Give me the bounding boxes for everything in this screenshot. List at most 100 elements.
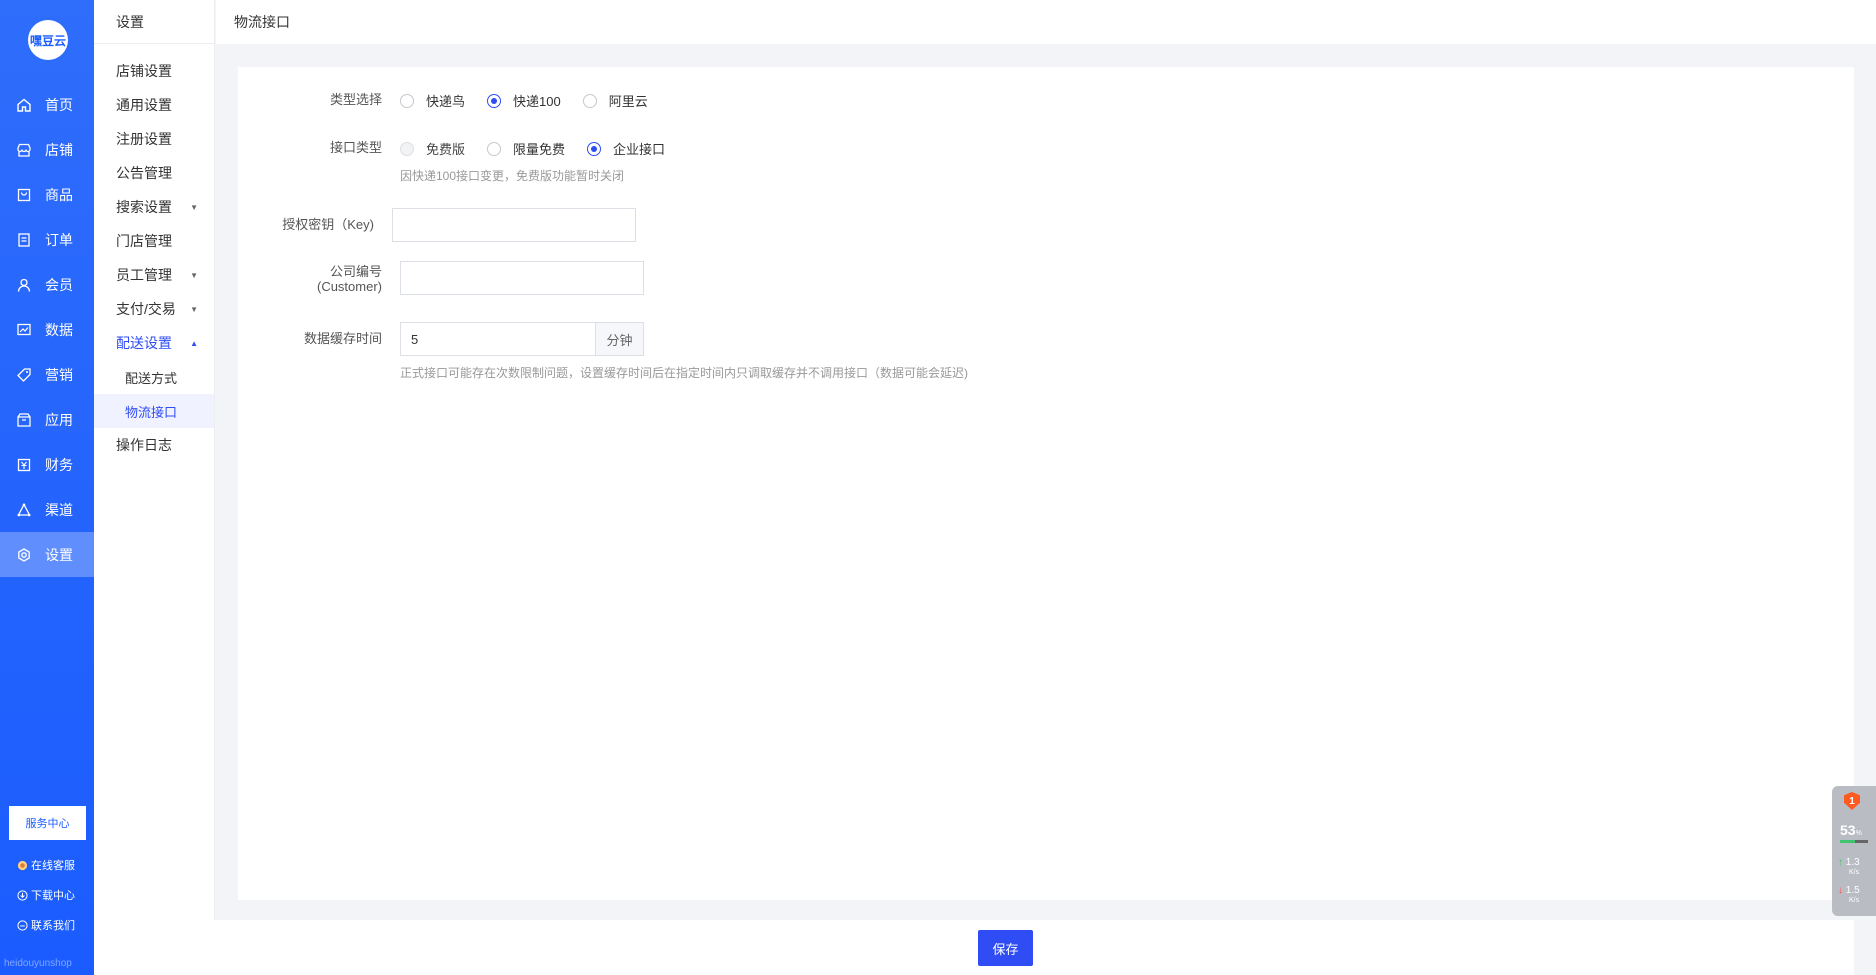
customer-input[interactable] (400, 261, 644, 295)
radio-limited-free[interactable]: 限量免费 (487, 139, 565, 158)
caret-down-icon: ▼ (190, 270, 198, 280)
logo[interactable]: 嘿豆云 (28, 20, 68, 60)
nav-item-marketing[interactable]: 营销 (0, 352, 94, 397)
service-center-button[interactable]: 服务中心 (9, 806, 86, 840)
download-center-link[interactable]: 下载中心 (16, 887, 75, 903)
nav-list: 首页 店铺 商品 订单 会员 数据 营销 应用 财务 渠道 设置 (0, 82, 94, 577)
nav-label: 财务 (45, 456, 73, 473)
radio-kdniao[interactable]: 快递鸟 (400, 91, 465, 110)
customer-label-line1: 公司编号 (329, 264, 382, 279)
submenu-item-operation-log[interactable]: 操作日志 (94, 428, 214, 462)
radio-enterprise[interactable]: 企业接口 (587, 139, 665, 158)
api-type-row: 接口类型 免费版 限量免费 企业接口 因快递100接口变更，免费版功能暂时关闭 (238, 139, 687, 184)
submenu-item-store-management[interactable]: 门店管理 (94, 224, 214, 258)
nav-item-goods[interactable]: 商品 (0, 172, 94, 217)
nav-item-app[interactable]: 应用 (0, 397, 94, 442)
nav-label: 首页 (45, 96, 73, 113)
channel-icon (16, 502, 32, 518)
nav-label: 数据 (45, 321, 73, 338)
api-type-control: 免费版 限量免费 企业接口 因快递100接口变更，免费版功能暂时关闭 (400, 139, 687, 184)
online-support-link[interactable]: 在线客服 (16, 857, 75, 873)
nav-item-member[interactable]: 会员 (0, 262, 94, 307)
nav-label: 渠道 (45, 501, 73, 518)
goods-icon (16, 187, 32, 203)
shield-icon: 1 (1844, 792, 1860, 810)
submenu-item-staff-management[interactable]: 员工管理 ▼ (94, 258, 214, 292)
download-icon (16, 889, 28, 901)
nav-item-finance[interactable]: 财务 (0, 442, 94, 487)
radio-circle-checked (587, 141, 602, 156)
submenu-label: 操作日志 (116, 437, 172, 453)
nav-label: 会员 (45, 276, 73, 293)
customer-label-line2: (Customer) (316, 279, 382, 294)
cache-input-group: 5 分钟 (400, 322, 644, 356)
breadcrumb: 物流接口 (234, 14, 290, 30)
save-button[interactable]: 保存 (978, 930, 1033, 966)
brand-footer: heidouyunshop (4, 958, 72, 969)
submenu-label: 配送方式 (125, 370, 178, 386)
nav-label: 设置 (45, 546, 73, 563)
submenu-label: 通用设置 (116, 97, 172, 113)
nav-label: 订单 (45, 231, 73, 248)
store-icon (16, 142, 32, 158)
submenu-item-store-settings[interactable]: 店铺设置 (94, 54, 214, 88)
finance-icon (16, 457, 32, 473)
submenu-label: 配送设置 (116, 335, 172, 351)
submenu-item-register-settings[interactable]: 注册设置 (94, 122, 214, 156)
api-type-label: 接口类型 (329, 140, 382, 155)
submenu-item-search-settings[interactable]: 搜索设置 ▼ (94, 190, 214, 224)
nav-item-channel[interactable]: 渠道 (0, 487, 94, 532)
radio-label: 快递鸟 (426, 94, 466, 109)
radio-label: 免费版 (426, 142, 466, 157)
submenu-label: 公告管理 (116, 165, 172, 181)
tag-icon (16, 367, 32, 383)
submenu-item-delivery-methods[interactable]: 配送方式 (94, 360, 214, 394)
network-monitor-widget[interactable]: 1 53% ↑ 1.3 K/s ↓ 1.5 K/s (1832, 786, 1876, 916)
radio-kuaidi100[interactable]: 快递100 (487, 91, 561, 110)
radio-label: 限量免费 (513, 142, 566, 157)
radio-circle-checked (487, 93, 502, 108)
radio-circle (487, 141, 502, 156)
upload-unit: K/s (1849, 869, 1860, 876)
cache-input[interactable]: 5 (400, 322, 595, 356)
cache-unit: 分钟 (595, 322, 644, 356)
caret-down-icon: ▼ (190, 202, 198, 212)
submenu-item-delivery-settings[interactable]: 配送设置 ▲ (94, 326, 214, 360)
contact-us-link[interactable]: 联系我们 (16, 917, 75, 933)
submenu-item-logistics-api[interactable]: 物流接口 (94, 394, 214, 428)
api-hint: 因快递100接口变更，免费版功能暂时关闭 (400, 169, 625, 183)
usage-percent-unit: % (1855, 830, 1862, 837)
nav-item-order[interactable]: 订单 (0, 217, 94, 262)
submenu-item-announcements[interactable]: 公告管理 (94, 156, 214, 190)
radio-label: 快递100 (513, 94, 561, 109)
app-icon (16, 412, 32, 428)
nav-item-data[interactable]: 数据 (0, 307, 94, 352)
radio-circle (400, 93, 414, 108)
submenu-label: 员工管理 (116, 267, 172, 283)
nav-item-settings[interactable]: 设置 (0, 532, 94, 577)
customer-row: 公司编号 (Customer) (238, 261, 644, 295)
main-nav: 嘿豆云 首页 店铺 商品 订单 会员 数据 营销 应用 财务 渠道 设置 服务中… (0, 0, 94, 975)
radio-label: 企业接口 (613, 142, 666, 157)
radio-label: 阿里云 (608, 94, 648, 109)
nav-item-home[interactable]: 首页 (0, 82, 94, 127)
key-input[interactable] (392, 208, 636, 242)
submenu-label: 门店管理 (116, 233, 172, 249)
contact-us-label: 联系我们 (31, 920, 75, 932)
submenu-item-general-settings[interactable]: 通用设置 (94, 88, 214, 122)
usage-percent-value: 53 (1840, 822, 1856, 838)
gear-icon (16, 547, 32, 563)
headset-icon (16, 859, 28, 871)
nav-label: 商品 (45, 186, 73, 203)
nav-label: 店铺 (45, 141, 73, 158)
caret-down-icon: ▼ (190, 304, 198, 314)
usage-percent: 53% (1840, 822, 1862, 838)
radio-free: 免费版 (400, 139, 465, 158)
online-support-label: 在线客服 (31, 860, 75, 872)
chart-icon (16, 322, 32, 338)
logistics-form-card: 类型选择 快递鸟 快递100 阿里云 接口类型 免费版 限量免费 企业接口 因快… (238, 67, 1854, 900)
radio-aliyun[interactable]: 阿里云 (582, 91, 648, 110)
submenu-item-payment[interactable]: 支付/交易 ▼ (94, 292, 214, 326)
nav-item-store[interactable]: 店铺 (0, 127, 94, 172)
submenu-label: 搜索设置 (116, 199, 172, 215)
